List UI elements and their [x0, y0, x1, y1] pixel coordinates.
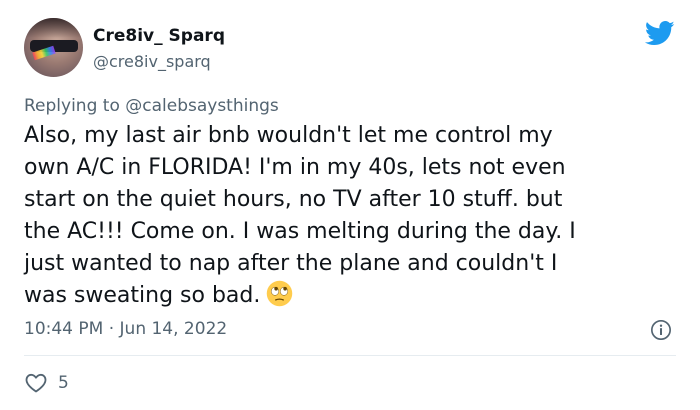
avatar[interactable] — [24, 18, 83, 77]
avatar-hair — [24, 18, 83, 38]
replying-to-line: Replying to @calebsaysthings — [24, 95, 279, 117]
like-count: 5 — [58, 373, 69, 393]
tweet-card: Cre8iv_ Sparq @cre8iv_sparq Replying to … — [0, 0, 700, 410]
divider — [24, 355, 676, 356]
info-icon[interactable] — [650, 319, 672, 341]
author-display-name[interactable]: Cre8iv_ Sparq — [93, 26, 225, 46]
author-handle[interactable]: @cre8iv_sparq — [93, 52, 211, 72]
tweet-body: Also, my last air bnb wouldn't let me co… — [24, 120, 689, 312]
twitter-bird-icon[interactable] — [645, 21, 675, 46]
tweet-text: Also, my last air bnb wouldn't let me co… — [24, 123, 576, 308]
face-with-rolling-eyes-icon — [267, 280, 293, 307]
like-button[interactable]: 5 — [24, 369, 69, 397]
replying-to-mention[interactable]: @calebsaysthings — [125, 96, 279, 116]
tweet-timestamp[interactable]: 10:44 PM · Jun 14, 2022 — [24, 318, 227, 340]
replying-to-prefix: Replying to — [24, 96, 126, 116]
heart-icon — [25, 373, 47, 393]
